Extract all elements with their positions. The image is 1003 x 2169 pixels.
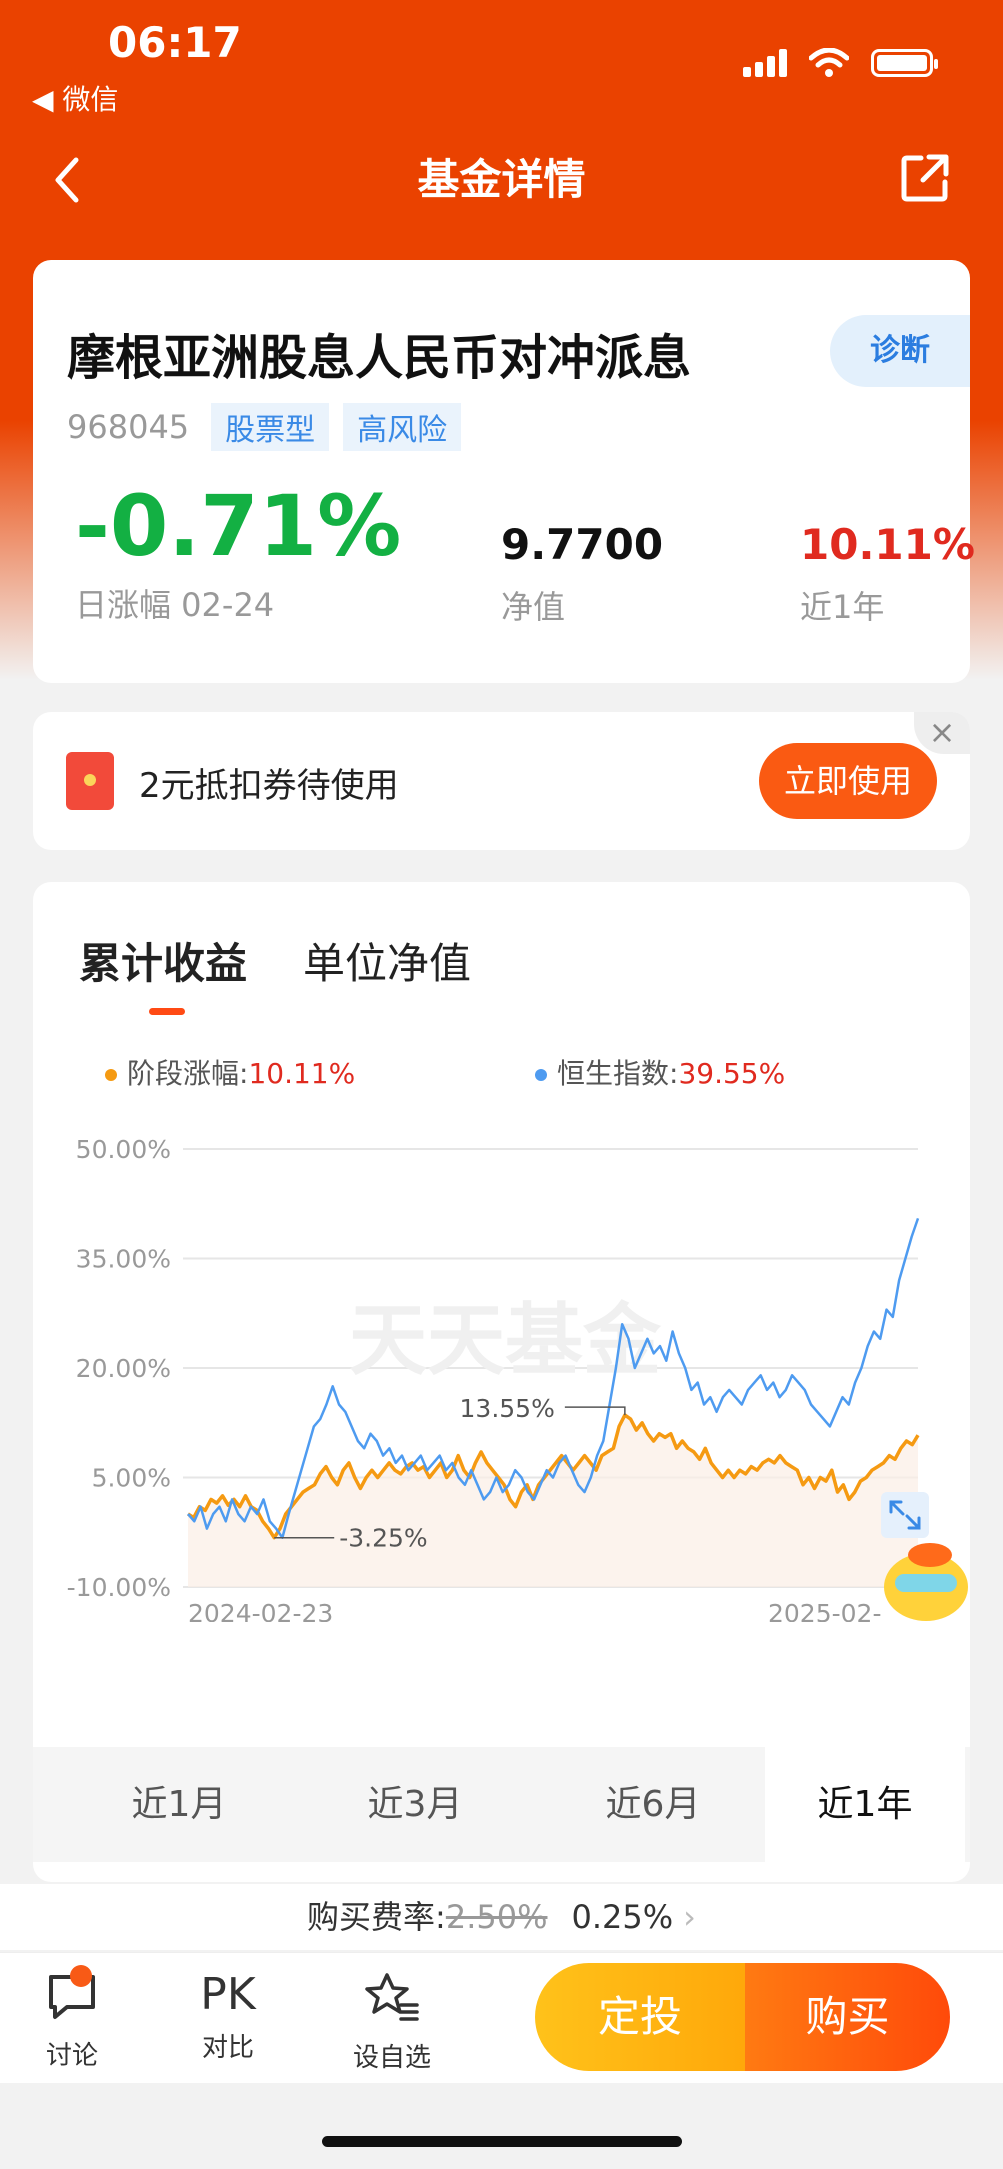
fee-label: 购买费率: (307, 1898, 446, 1936)
chart-legend: 阶段涨幅:10.11% 恒生指数:39.55% (73, 1052, 953, 1092)
use-coupon-button[interactable]: 立即使用 (759, 743, 937, 819)
risk-level-tag: 高风险 (343, 403, 462, 451)
watchlist-label: 设自选 (352, 2043, 431, 2073)
auto-invest-button[interactable]: 定投 (535, 1963, 745, 2071)
expand-icon[interactable] (881, 1492, 929, 1538)
year-return-value: 10.11% (800, 520, 975, 569)
min-annotation-label: -3.25% (339, 1524, 427, 1553)
page-title: 基金详情 (417, 155, 586, 204)
notification-dot (70, 1965, 92, 1987)
y-tick-label: 5.00% (92, 1464, 171, 1493)
x-label-end: 2025-02- (768, 1599, 881, 1622)
fund-type-tag: 股票型 (211, 403, 330, 451)
period-3-months[interactable]: 近3月 (315, 1747, 515, 1862)
legend-dot-fund (105, 1069, 117, 1081)
purchase-fee-bar[interactable]: 购买费率:2.50% 0.25% › (0, 1884, 1003, 1950)
return-chart[interactable]: 50.00%35.00%20.00%5.00%-10.00%天天基金13.55%… (33, 1122, 970, 1622)
pk-icon: PK (200, 1969, 256, 2020)
fund-code: 968045 (67, 408, 190, 446)
period-1-month[interactable]: 近1月 (79, 1747, 279, 1862)
max-annotation-line (564, 1406, 626, 1416)
discuss-label: 讨论 (45, 2041, 98, 2071)
fee-discounted: 0.25% (571, 1898, 674, 1936)
period-selector: 近1月 近3月 近6月 近1年 (33, 1747, 970, 1862)
wifi-icon (809, 48, 849, 77)
legend-index-label: 恒生指数: (557, 1057, 679, 1090)
fund-info-card: 摩根亚洲股息人民币对冲派息 诊断 968045 股票型 高风险 -0.71% 日… (33, 260, 975, 683)
y-tick-label: 35.00% (76, 1245, 171, 1274)
fee-original: 2.50% (445, 1898, 548, 1936)
period-1-year[interactable]: 近1年 (765, 1747, 965, 1862)
legend-dot-index (535, 1069, 547, 1081)
legend-index: 恒生指数:39.55% (535, 1052, 785, 1092)
nav-value: 9.7700 (501, 520, 664, 569)
compare-button[interactable]: PK 对比 (178, 1971, 278, 2064)
back-to-app-link[interactable]: ◀ 微信 (32, 78, 118, 118)
daily-change-value: -0.71% (75, 477, 402, 575)
compare-label: 对比 (201, 2033, 254, 2063)
tab-cumulative-return[interactable]: 累计收益 (79, 930, 247, 1015)
coupon-banner: 2元抵扣券待使用 立即使用 × (33, 712, 970, 850)
legend-fund-label: 阶段涨幅: (127, 1057, 249, 1090)
status-icons (743, 48, 938, 78)
battery-icon (871, 49, 938, 77)
nav-stat: 9.7700 净值 (501, 518, 663, 628)
status-bar: 06:17 ◀ 微信 (0, 0, 1003, 116)
navigation-bar: 基金详情 (0, 140, 1003, 220)
year-return-label: 近1年 (800, 588, 885, 626)
home-indicator (322, 2136, 682, 2147)
daily-change-stat: -0.71% 日涨幅 02-24 (75, 480, 401, 626)
max-annotation-label: 13.55% (460, 1394, 555, 1423)
red-envelope-icon (66, 752, 114, 810)
close-icon[interactable]: × (914, 712, 970, 754)
chart-card: 累计收益 单位净值 阶段涨幅:10.11% 恒生指数:39.55% 50.00%… (33, 882, 970, 1882)
signal-icon (743, 49, 787, 77)
chevron-right-icon: › (683, 1898, 696, 1936)
share-icon[interactable] (899, 152, 951, 204)
daily-change-label: 日涨幅 02-24 (75, 586, 275, 624)
bottom-action-bar: 讨论 PK 对比 设自选 定投 购买 (0, 1952, 1003, 2083)
star-list-icon (365, 1973, 419, 2021)
tab-unit-nav[interactable]: 单位净值 (303, 930, 471, 1015)
legend-fund-value: 10.11% (248, 1057, 356, 1090)
status-time: 06:17 (108, 18, 242, 67)
add-watchlist-button[interactable]: 设自选 (342, 1971, 442, 2074)
chart-tabs: 累计收益 单位净值 (79, 930, 471, 1015)
coupon-text: 2元抵扣券待使用 (139, 766, 399, 806)
y-tick-label: -10.00% (67, 1573, 171, 1602)
discuss-button[interactable]: 讨论 (22, 1965, 122, 2072)
diagnose-button[interactable]: 诊断 (830, 315, 970, 387)
buy-button[interactable]: 购买 (745, 1963, 950, 2071)
legend-fund: 阶段涨幅:10.11% (105, 1052, 355, 1092)
period-6-months[interactable]: 近6月 (553, 1747, 753, 1862)
legend-index-value: 39.55% (678, 1057, 786, 1090)
fund-name: 摩根亚洲股息人民币对冲派息 (67, 330, 692, 386)
year-return-stat: 10.11% 近1年 (800, 518, 975, 628)
y-tick-label: 20.00% (76, 1354, 171, 1383)
x-label-start: 2024-02-23 (188, 1599, 333, 1622)
fund-code-row: 968045 股票型 高风险 (67, 403, 462, 451)
y-tick-label: 50.00% (76, 1135, 171, 1164)
nav-label: 净值 (501, 588, 566, 626)
